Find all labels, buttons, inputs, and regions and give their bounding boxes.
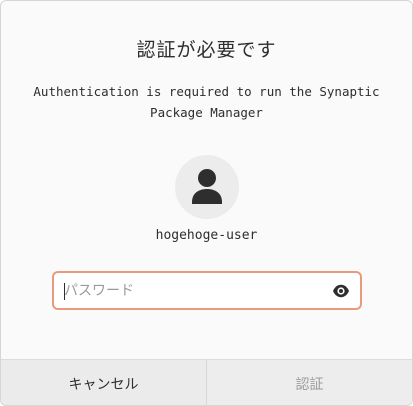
password-input[interactable] bbox=[64, 273, 324, 308]
cancel-button[interactable]: キャンセル bbox=[1, 360, 207, 405]
authenticate-button[interactable]: 認証 bbox=[207, 360, 412, 405]
authentication-dialog: 認証が必要です Authentication is required to ru… bbox=[0, 0, 413, 406]
avatar bbox=[175, 155, 239, 219]
username-label: hogehoge-user bbox=[155, 228, 258, 243]
dialog-message: Authentication is required to run the Sy… bbox=[33, 84, 380, 120]
password-field[interactable] bbox=[52, 271, 362, 310]
text-caret bbox=[64, 283, 65, 300]
dialog-title: 認証が必要です bbox=[136, 39, 277, 61]
eye-icon[interactable] bbox=[332, 282, 350, 300]
button-bar: キャンセル 認証 bbox=[1, 359, 412, 405]
person-icon bbox=[192, 169, 222, 204]
